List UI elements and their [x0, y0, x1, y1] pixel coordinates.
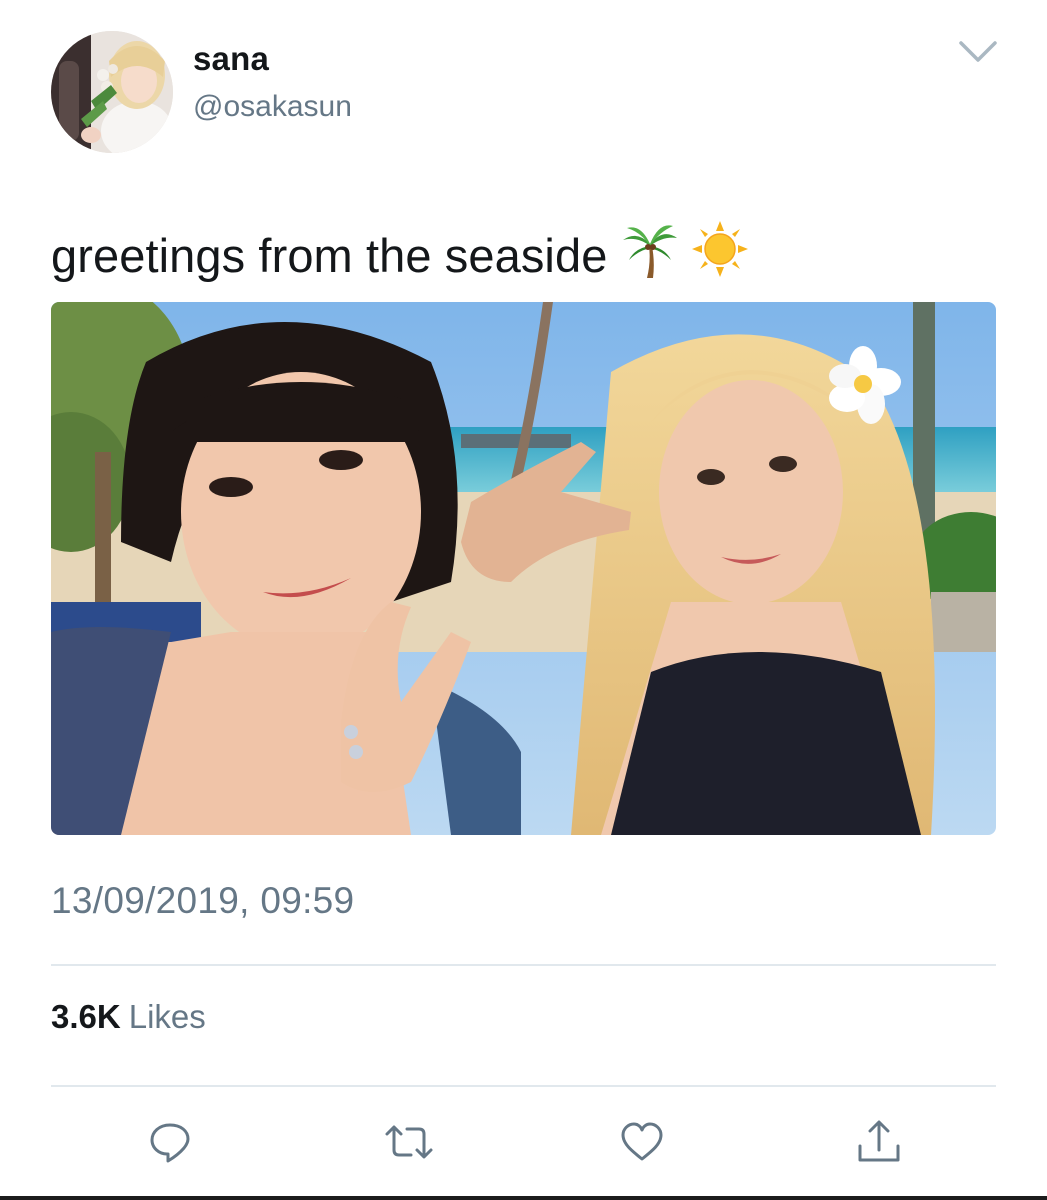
tweet-text-body: greetings from the seaside — [51, 229, 608, 282]
reply-icon[interactable] — [146, 1118, 194, 1166]
display-name[interactable]: sana — [193, 40, 269, 78]
beach-selfie-photo[interactable] — [51, 302, 996, 835]
tweet-detail: sana @osakasun greetings from the seasid… — [0, 0, 1047, 1200]
avatar[interactable] — [51, 31, 173, 153]
palm-tree-icon — [621, 222, 678, 289]
retweet-icon[interactable] — [383, 1118, 433, 1166]
divider — [51, 1085, 996, 1087]
chevron-down-icon[interactable] — [958, 36, 998, 66]
tweet-text: greetings from the seaside — [51, 220, 749, 289]
likes-number: 3.6K — [51, 998, 121, 1035]
likes-label: Likes — [128, 998, 206, 1035]
like-icon[interactable] — [618, 1118, 666, 1166]
tweet-timestamp[interactable]: 13/09/2019, 09:59 — [51, 880, 354, 922]
likes-count[interactable]: 3.6K Likes — [51, 998, 206, 1036]
user-handle[interactable]: @osakasun — [193, 90, 352, 124]
divider — [51, 964, 996, 966]
sun-icon — [691, 220, 749, 289]
bottom-edge — [0, 1196, 1047, 1200]
share-icon[interactable] — [855, 1118, 903, 1166]
